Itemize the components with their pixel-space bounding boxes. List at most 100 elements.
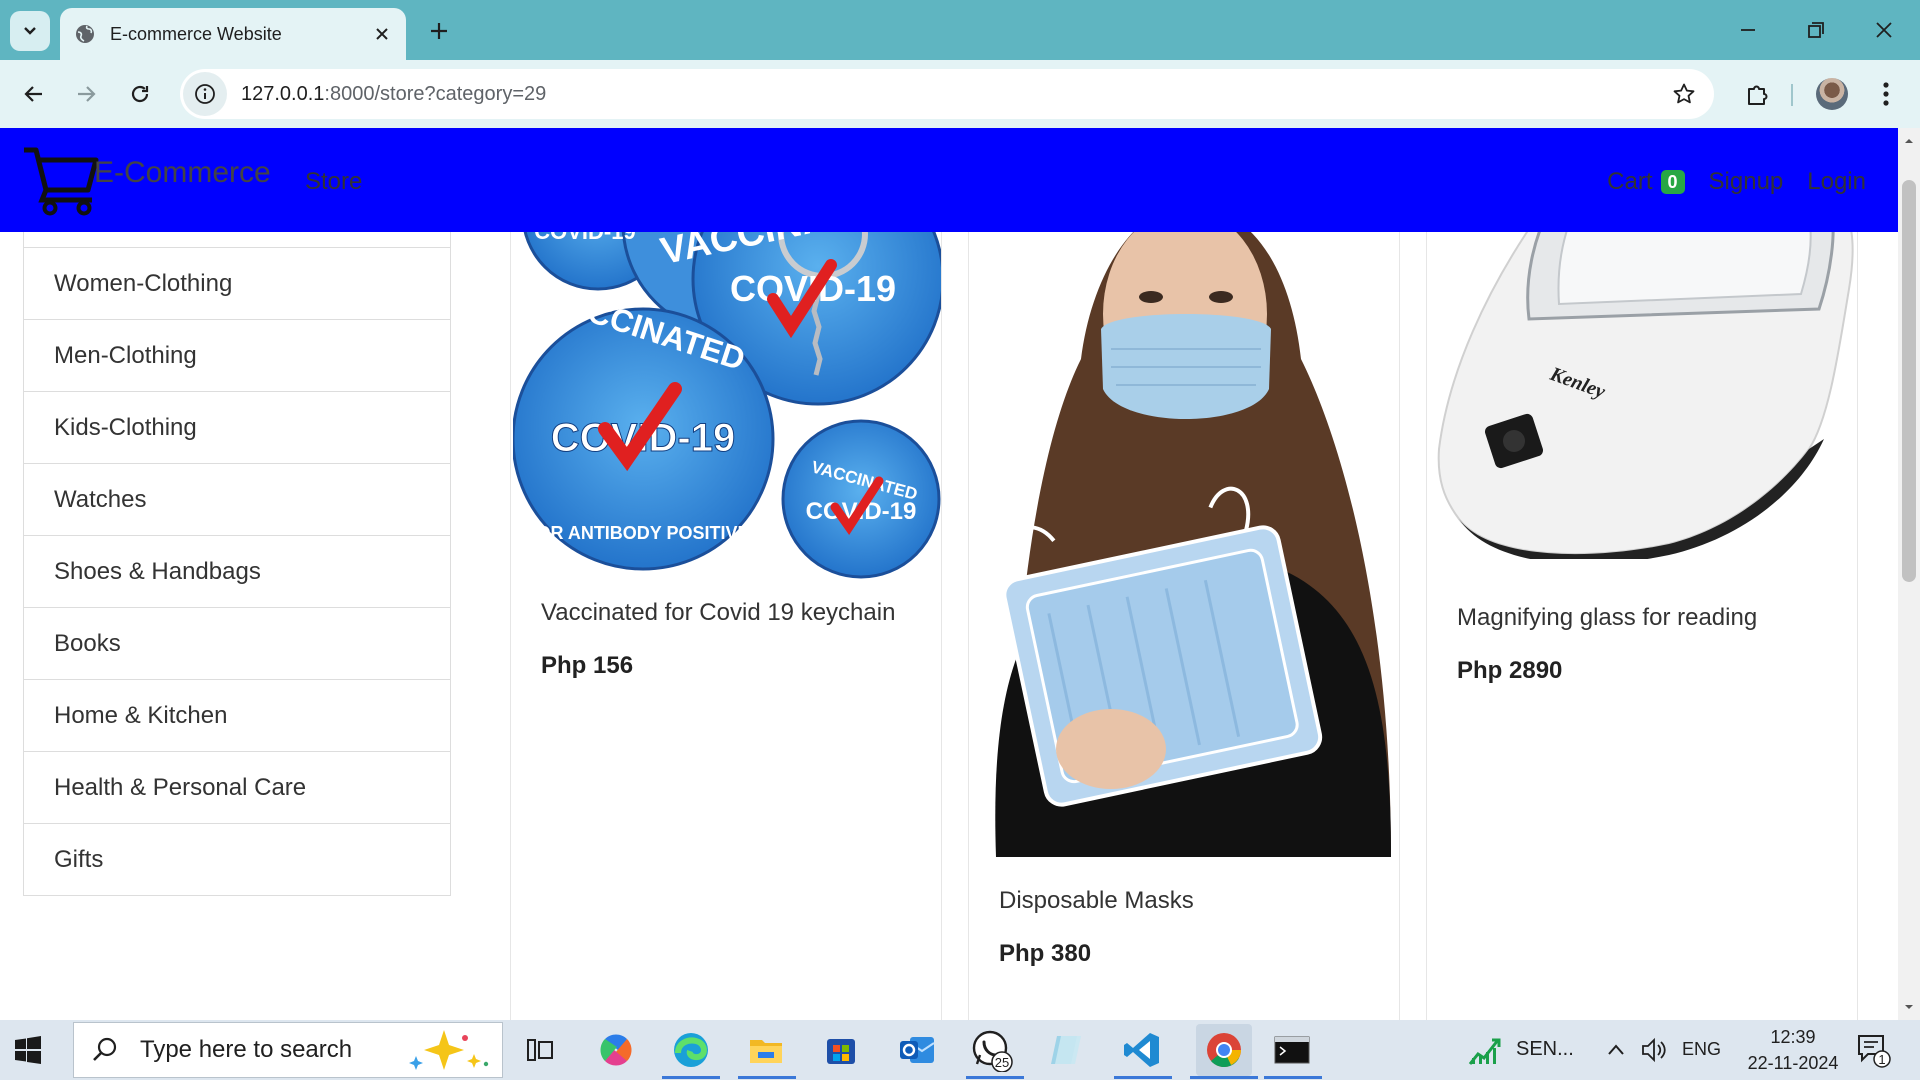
product-name[interactable]: Magnifying glass for reading [1457,604,1757,632]
category-item[interactable]: Books [23,607,451,680]
nav-right: Cart 0 Signup Login [1607,168,1866,196]
more-vertical-icon [1883,82,1889,106]
category-item[interactable]: Men-Clothing [23,319,451,392]
tab-search-button[interactable] [10,11,50,51]
close-tab-icon[interactable] [372,24,392,44]
nav-login-link[interactable]: Login [1807,168,1866,196]
notes-app-icon[interactable] [1045,1028,1089,1072]
shopping-cart-icon [24,147,99,216]
windows-start-icon[interactable] [14,1036,42,1064]
system-clock[interactable]: 12:39 22-11-2024 [1738,1024,1848,1076]
outlook-icon[interactable] [895,1028,939,1072]
running-indicator [738,1076,796,1079]
copilot-icon[interactable] [594,1028,638,1072]
restore-icon [1808,22,1824,38]
back-button[interactable] [14,74,54,114]
microsoft-store-icon[interactable] [819,1028,863,1072]
globe-icon [76,25,94,43]
language-indicator[interactable]: ENG [1682,1039,1721,1060]
product-image[interactable] [971,189,1399,857]
running-indicator [662,1076,720,1079]
url-text: 127.0.0.1:8000/store?category=29 [241,83,546,106]
close-window-button[interactable] [1862,10,1906,50]
toolbar-separator [1791,84,1793,106]
windows-taskbar: Type here to search 25 SEN... ENG 12:39 … [0,1020,1920,1080]
url-path: :8000/store?category=29 [324,82,547,105]
product-name[interactable]: Disposable Masks [999,887,1194,915]
task-view-icon[interactable] [518,1028,562,1072]
cart-label: Cart [1607,168,1653,195]
category-item[interactable]: Gifts [23,823,451,896]
site-info-button[interactable] [183,72,227,116]
stock-chart-icon[interactable] [1468,1034,1502,1066]
close-icon [1876,22,1892,38]
vscode-icon[interactable] [1120,1028,1164,1072]
product-card[interactable]: Disposable Masks Php 380 [968,188,1400,1020]
scroll-down-arrow-icon[interactable] [1904,1002,1914,1012]
plus-icon [431,23,447,39]
arrow-left-icon [24,86,42,102]
arrow-right-icon [78,86,96,102]
product-price: Php 2890 [1457,657,1563,684]
scroll-up-arrow-icon[interactable] [1904,136,1914,146]
chevron-up-icon[interactable] [1606,1040,1626,1060]
chrome-icon[interactable] [1196,1024,1252,1076]
file-explorer-icon[interactable] [744,1028,788,1072]
forward-button[interactable] [66,74,106,114]
url-host: 127.0.0.1 [241,82,325,105]
cart-count-badge: 0 [1660,170,1685,194]
scrollbar-thumb[interactable] [1902,180,1916,582]
sparkle-icon [409,1030,489,1070]
category-item[interactable]: Watches [23,463,451,536]
whatsapp-icon[interactable]: 25 [970,1028,1014,1072]
extensions-button[interactable] [1738,74,1778,114]
chevron-down-icon [24,27,36,35]
product-name[interactable]: Vaccinated for Covid 19 keychain [541,599,895,627]
tab-title: E-commerce Website [110,23,282,44]
tray-app-label[interactable]: SEN... [1516,1038,1574,1061]
terminal-icon[interactable] [1270,1028,1314,1072]
taskbar-search-box[interactable]: Type here to search [73,1022,503,1078]
bookmark-star-icon[interactable] [1672,82,1696,106]
category-item[interactable]: Women-Clothing [23,247,451,320]
clock-time: 12:39 [1770,1027,1816,1047]
product-card[interactable]: COVID-19 COVID-19 VACCINATED VACCINATED … [510,188,942,1020]
product-image[interactable]: COVID-19 COVID-19 VACCINATED VACCINATED … [513,189,941,579]
nav-signup-link[interactable]: Signup [1709,168,1784,196]
notification-center-icon[interactable]: 1 [1856,1032,1892,1068]
profile-avatar[interactable] [1816,78,1848,110]
puzzle-icon [1748,85,1768,105]
running-indicator [1114,1076,1172,1079]
search-icon [93,1037,117,1061]
reload-button[interactable] [120,74,160,114]
minimize-button[interactable] [1726,10,1770,50]
active-tab[interactable]: E-commerce Website [60,8,406,60]
new-tab-button[interactable] [424,16,454,46]
category-item[interactable]: Shoes & Handbags [23,535,451,608]
page-scrollbar[interactable] [1898,128,1920,1020]
browser-toolbar: 127.0.0.1:8000/store?category=29 [0,60,1920,128]
reload-icon [131,85,149,103]
page-viewport: All ProductsWomen-ClothingMen-ClothingKi… [0,128,1898,1020]
speaker-icon[interactable] [1640,1036,1668,1064]
minimize-icon [1741,29,1755,31]
running-indicator [966,1076,1024,1079]
browser-menu-button[interactable] [1870,74,1902,114]
product-card[interactable]: Kenley Magnifying glass for reading Php … [1426,188,1858,1020]
address-bar[interactable]: 127.0.0.1:8000/store?category=29 [180,69,1714,119]
nav-store-link[interactable]: Store [305,168,362,196]
product-price: Php 156 [541,652,634,679]
brand-name: E-Commerce [94,156,271,189]
running-indicator [1264,1076,1322,1079]
site-navbar: E-Commerce Store Cart 0 Signup Login [0,128,1898,232]
restore-button[interactable] [1794,10,1838,50]
notification-count: 1 [1878,1052,1885,1067]
category-item[interactable]: Health & Personal Care [23,751,451,824]
nav-cart-link[interactable]: Cart 0 [1607,168,1685,196]
edge-browser-icon[interactable] [669,1028,713,1072]
product-image[interactable]: Kenley [1429,189,1857,559]
category-item[interactable]: Home & Kitchen [23,679,451,752]
whatsapp-badge: 25 [995,1055,1009,1070]
brand-link[interactable]: E-Commerce [22,144,271,216]
category-item[interactable]: Kids-Clothing [23,391,451,464]
